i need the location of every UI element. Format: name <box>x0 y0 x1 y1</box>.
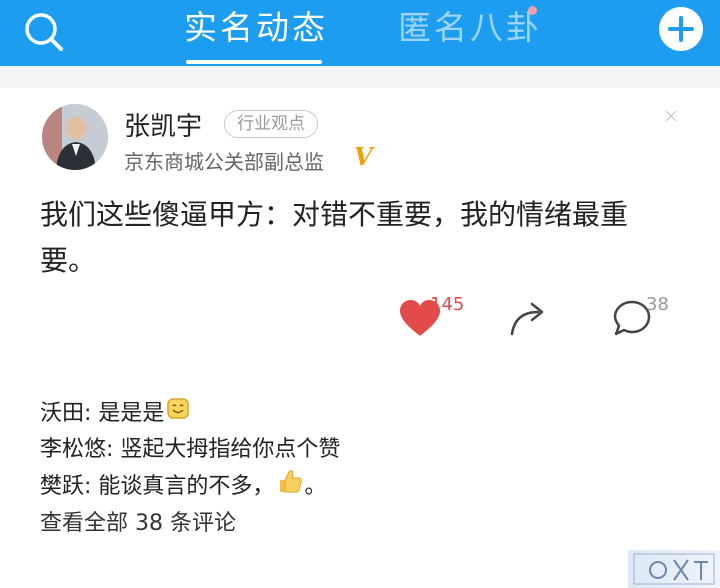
industry-opinion-badge: 行业观点 <box>224 110 318 138</box>
like-count: 145 <box>430 294 465 315</box>
list-item[interactable]: 沃田: 是是是 <box>40 396 340 432</box>
commenter-name[interactable]: 李松悠 <box>40 437 106 462</box>
section-separator <box>0 66 720 88</box>
comment-text: 竖起大拇指给你点个赞 <box>120 437 341 462</box>
comment-text: 能谈真言的不多， <box>98 474 275 499</box>
author-name[interactable]: 张凯宇 <box>124 106 202 143</box>
share-arrow-icon <box>510 302 544 336</box>
tab-real-name-feed[interactable]: 实名动态 <box>184 6 328 50</box>
share-button[interactable] <box>508 300 548 340</box>
top-navigation-bar: 实名动态 匿名八卦 <box>0 0 720 66</box>
comment-list: 沃田: 是是是 李松悠: 竖起大拇指给你点个赞 樊跃: 能谈真言的不多， 。 查看… <box>40 396 340 542</box>
view-all-comments-link[interactable]: 查看全部 38 条评论 <box>40 506 340 542</box>
comment-suffix: 。 <box>304 474 327 499</box>
commenter-name[interactable]: 樊跃 <box>40 474 84 499</box>
separator: : <box>106 437 121 462</box>
smile-emoji-icon <box>166 396 190 432</box>
close-icon[interactable] <box>664 108 678 122</box>
verified-icon: V <box>354 142 373 171</box>
plus-icon <box>668 16 694 42</box>
comment-count: 38 <box>646 294 669 315</box>
watermark-logo <box>628 550 720 588</box>
commenter-name[interactable]: 沃田 <box>40 401 84 426</box>
tab-anonymous-gossip[interactable]: 匿名八卦 <box>398 6 542 50</box>
notification-dot <box>528 6 537 15</box>
thumbs-up-icon <box>276 468 304 506</box>
add-post-button[interactable] <box>659 7 703 51</box>
separator: : <box>84 401 99 426</box>
active-tab-indicator <box>186 60 322 64</box>
comment-text: 是是是 <box>98 401 165 426</box>
post-content: 我们这些傻逼甲方：对错不重要，我的情绪最重要。 <box>40 198 629 277</box>
avatar[interactable] <box>42 104 108 170</box>
list-item[interactable]: 樊跃: 能谈真言的不多， 。 <box>40 468 340 506</box>
author-title: 京东商城公关部副总监 <box>124 150 324 174</box>
list-item[interactable]: 李松悠: 竖起大拇指给你点个赞 <box>40 432 340 468</box>
separator: : <box>84 474 99 499</box>
search-icon[interactable] <box>22 10 66 54</box>
